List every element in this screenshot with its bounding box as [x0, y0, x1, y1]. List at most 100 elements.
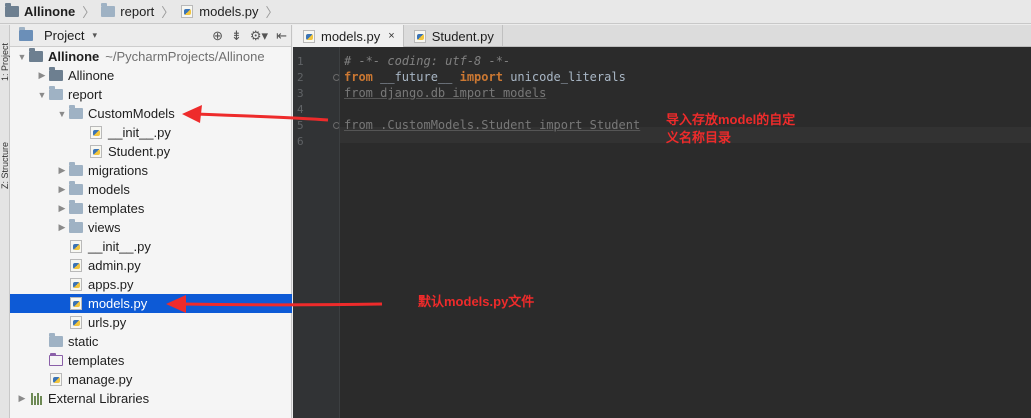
tree-item-label: report	[68, 87, 102, 102]
breadcrumb-models-py[interactable]: models.py	[177, 0, 262, 24]
tree-item-label: static	[68, 334, 99, 349]
tree-item-label: models	[88, 182, 130, 197]
project-panel-header: Project ▾ ⊕ ⇟ ⚙▾ ⇤	[10, 25, 291, 47]
folder-icon	[48, 67, 64, 83]
folder-icon	[4, 3, 20, 19]
chevron-down-icon[interactable]: ▾	[92, 30, 97, 41]
line-number-gutter: 1 2 3 4 5 6	[293, 47, 340, 418]
breadcrumb-allinone[interactable]: Allinone	[2, 0, 79, 24]
python-file-icon	[68, 278, 84, 292]
folder-icon	[48, 333, 64, 349]
code-token: from	[344, 70, 373, 84]
tree-item[interactable]: admin.py	[10, 256, 292, 275]
breadcrumb-label: report	[120, 4, 155, 19]
tree-item-label: apps.py	[88, 277, 134, 292]
tree-item[interactable]: static	[10, 332, 292, 351]
panel-toolbar: ⊕ ⇟ ⚙▾ ⇤	[212, 25, 287, 47]
code-token: # -*- coding: utf-8 -*-	[344, 54, 511, 68]
tool-window-strip: 1: Project Z: Structure	[0, 25, 10, 418]
code-line: from django.db import models	[344, 86, 546, 100]
tree-item[interactable]: apps.py	[10, 275, 292, 294]
tree-item[interactable]: ▶ templates	[10, 199, 292, 218]
tree-item-label: Allinone	[48, 49, 100, 64]
tree-item-label: Allinone	[68, 68, 115, 83]
python-file-icon	[88, 145, 104, 159]
tree-item[interactable]: ▶ views	[10, 218, 292, 237]
tree-item[interactable]: ▼ CustomModels	[10, 104, 292, 123]
code-line: # -*- coding: utf-8 -*-	[344, 54, 510, 68]
chevron-right-icon[interactable]: ▶	[16, 393, 28, 404]
chevron-down-icon[interactable]: ▼	[16, 52, 28, 62]
chevron-right-icon: 〉	[82, 5, 96, 20]
chevron-right-icon[interactable]: ▶	[56, 165, 68, 176]
folder-icon	[68, 200, 84, 216]
tree-item-label: __init__.py	[88, 239, 151, 254]
tab-label: models.py	[321, 28, 381, 44]
tree-item[interactable]: manage.py	[10, 370, 292, 389]
line-number: 3	[297, 87, 304, 100]
line-number: 1	[297, 55, 304, 68]
line-number: 5	[297, 119, 304, 132]
folder-icon	[68, 162, 84, 178]
tree-item[interactable]: ▶ migrations	[10, 161, 292, 180]
code-editor[interactable]: 1 2 3 4 5 6 # -*- coding: utf-8 -*- from __fut…	[293, 47, 1031, 418]
chevron-right-icon[interactable]: ▶	[56, 203, 68, 214]
tool-tab-structure[interactable]: Z: Structure	[0, 123, 10, 207]
chevron-right-icon[interactable]: ▶	[56, 184, 68, 195]
tree-item-label: Student.py	[108, 144, 171, 159]
tree-item[interactable]: urls.py	[10, 313, 292, 332]
tree-item[interactable]: models.py	[10, 294, 292, 313]
breadcrumb-label: models.py	[199, 4, 259, 19]
tree-item[interactable]: ▶ models	[10, 180, 292, 199]
locate-icon[interactable]: ⊕	[212, 28, 223, 44]
chevron-down-icon[interactable]: ▼	[56, 109, 68, 119]
code-token: from .CustomModels.Student import Studen…	[344, 118, 641, 132]
folder-icon	[68, 105, 84, 121]
python-file-icon	[68, 316, 84, 330]
project-view-selector[interactable]: Project	[44, 28, 84, 43]
tree-item-label: CustomModels	[88, 106, 175, 121]
editor-tab[interactable]: Student.py	[404, 25, 503, 47]
folder-icon	[100, 3, 116, 19]
chevron-right-icon[interactable]: ▶	[36, 70, 48, 81]
project-panel: Project ▾ ⊕ ⇟ ⚙▾ ⇤ ▼ Allinone ~/PycharmPro…	[10, 25, 292, 418]
python-file-icon	[179, 5, 195, 19]
annotation-text: 义名称目录	[666, 130, 732, 145]
tree-item-label: templates	[68, 353, 125, 368]
project-tree: ▼ Allinone ~/PycharmProjects/Allinone ▶ Alli…	[10, 47, 292, 408]
python-file-icon	[88, 126, 104, 140]
hide-panel-icon[interactable]: ⇤	[276, 28, 287, 44]
tree-item-label: migrations	[88, 163, 148, 178]
collapse-all-icon[interactable]: ⇟	[231, 28, 242, 44]
tool-tab-project[interactable]: 1: Project	[0, 31, 10, 93]
tree-item[interactable]: ▼ Allinone ~/PycharmProjects/Allinone	[10, 47, 292, 66]
python-file-icon	[48, 373, 64, 387]
tree-item-label: urls.py	[88, 315, 127, 330]
tree-item-path: ~/PycharmProjects/Allinone	[105, 49, 265, 64]
folder-icon	[68, 219, 84, 235]
close-tab-icon[interactable]: ×	[388, 30, 394, 42]
tree-item-label: views	[88, 220, 121, 235]
tree-item-label: admin.py	[88, 258, 141, 273]
chevron-right-icon: 〉	[161, 5, 175, 20]
tree-item[interactable]: ▶ Allinone	[10, 66, 292, 85]
line-number: 2	[297, 71, 304, 84]
tree-item[interactable]: ▼ report	[10, 85, 292, 104]
chevron-right-icon[interactable]: ▶	[56, 222, 68, 233]
tree-item-label: models.py	[88, 296, 148, 311]
tree-item-label: templates	[88, 201, 145, 216]
chevron-down-icon[interactable]: ▼	[36, 90, 48, 100]
tree-item[interactable]: templates	[10, 351, 292, 370]
tree-item[interactable]: __init__.py	[10, 123, 292, 142]
tree-item[interactable]: ▶ External Libraries	[10, 389, 292, 408]
tree-item[interactable]: __init__.py	[10, 237, 292, 256]
tree-item[interactable]: Student.py	[10, 142, 292, 161]
templates-folder-icon	[48, 353, 64, 368]
tree-item-label: __init__.py	[108, 125, 171, 140]
gear-icon[interactable]: ⚙▾	[250, 28, 268, 44]
tab-label: Student.py	[431, 28, 494, 44]
code-token: __future__	[372, 70, 460, 84]
breadcrumb-label: Allinone	[24, 4, 76, 19]
editor-tab[interactable]: models.py ×	[293, 25, 404, 47]
breadcrumb-report[interactable]: report	[98, 0, 158, 24]
